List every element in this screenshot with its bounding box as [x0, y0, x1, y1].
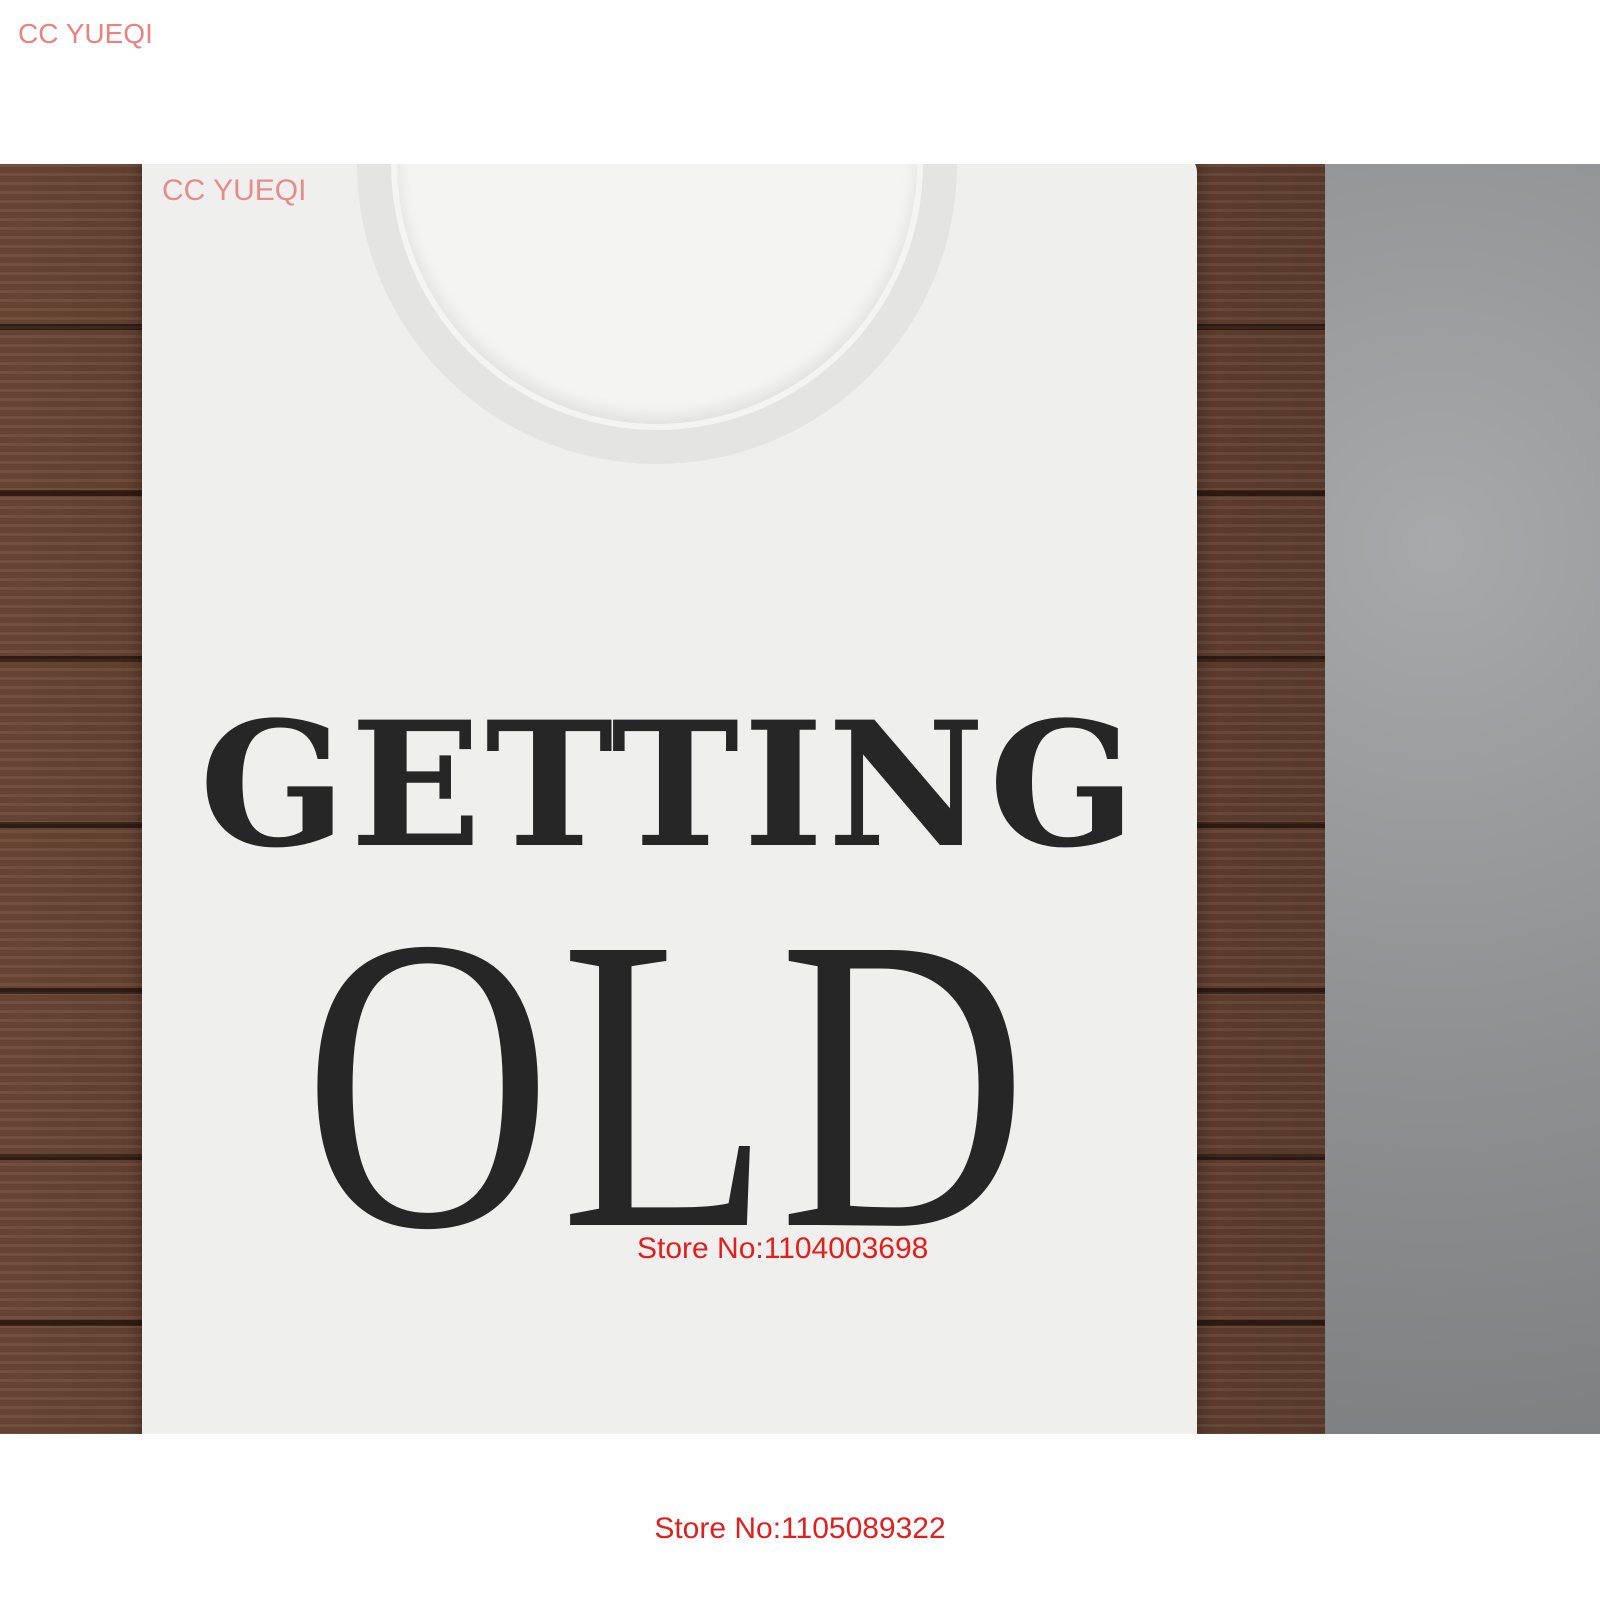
tshirt: CC YUEQI GETTING OLD Store No:1104003698 [142, 164, 1197, 1434]
product-photo: CC YUEQI GETTING OLD Store No:1104003698 [0, 164, 1600, 1434]
brand-watermark: CC YUEQI [18, 18, 153, 49]
print-line-old: OLD [303, 851, 1036, 1316]
store-number-inner: Store No:1104003698 [637, 1232, 929, 1265]
store-number-bottom: Store No:1105089322 [654, 1512, 946, 1545]
concrete-background [1325, 164, 1600, 1434]
print-line-getting: GETTING [199, 683, 1140, 886]
photo-watermark: CC YUEQI [162, 174, 307, 207]
